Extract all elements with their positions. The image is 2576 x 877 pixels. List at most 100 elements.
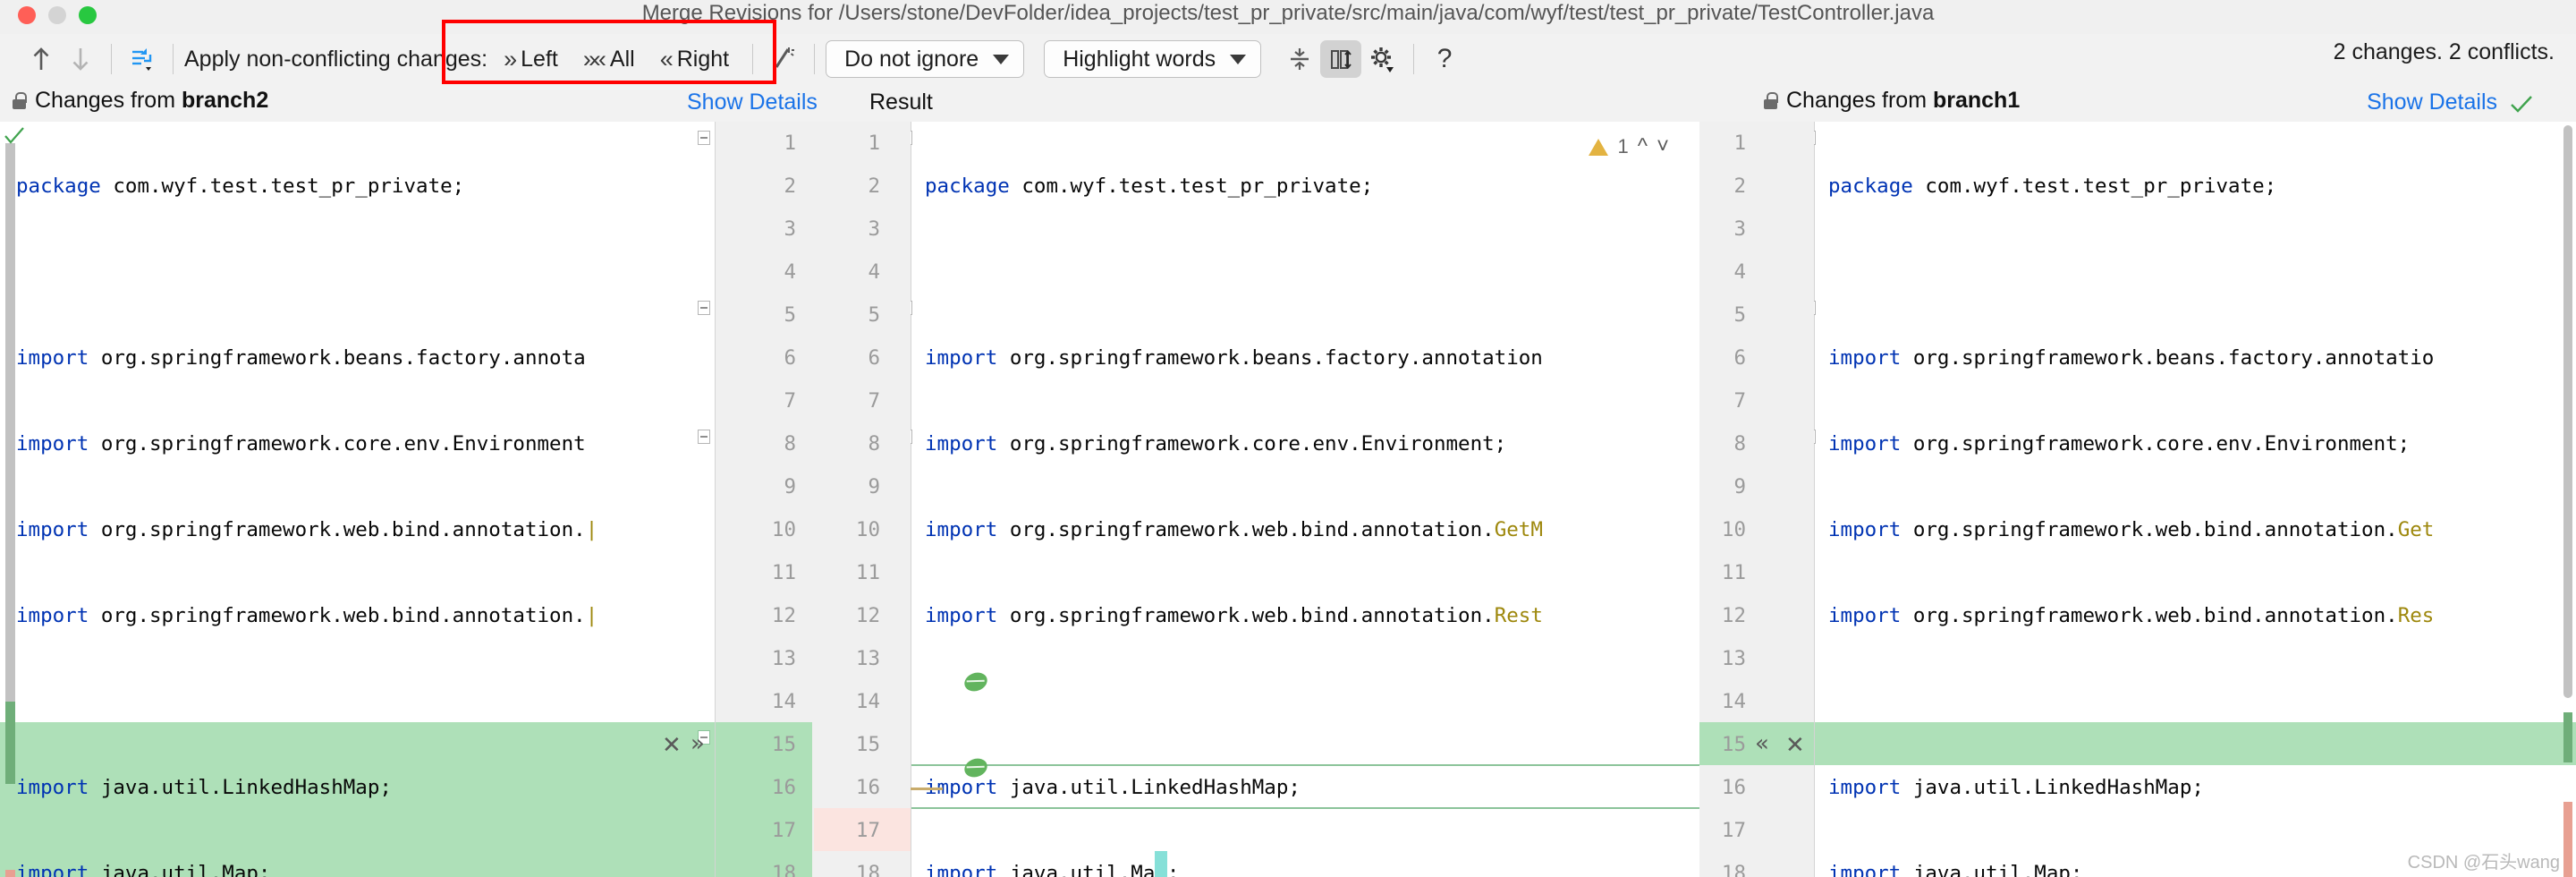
accept-right-change-button[interactable]: « xyxy=(1755,732,1769,755)
code-line: import org.springframework.beans.factory… xyxy=(16,346,586,370)
fold-marker[interactable] xyxy=(911,301,912,315)
line-number: 8 xyxy=(1733,432,1746,456)
fold-marker[interactable] xyxy=(1814,131,1816,145)
right-editor-pane[interactable]: package com.wyf.test.test_pr_private; im… xyxy=(1814,122,2576,877)
toolbar-divider-3 xyxy=(752,44,754,74)
reject-left-change-button[interactable]: ✕ xyxy=(662,734,682,757)
left-change-marker-stripe[interactable] xyxy=(5,702,15,784)
code-line: import org.springframework.web.bind.anno… xyxy=(1828,604,2435,627)
accept-left-change-button[interactable]: » xyxy=(691,732,705,755)
apply-changes-icon xyxy=(132,48,152,71)
code-line: import org.springframework.beans.factory… xyxy=(1828,346,2435,370)
highlight-policy-value: Highlight words xyxy=(1063,46,1216,72)
chevron-up-icon[interactable]: ^ xyxy=(1638,134,1648,159)
code-line: import java.util.LinkedHashMap; xyxy=(925,776,1301,799)
line-number: 14 xyxy=(771,690,796,713)
left-code-text: package com.wyf.test.test_pr_private; im… xyxy=(16,122,597,877)
line-number: 8 xyxy=(784,432,796,456)
line-number: 3 xyxy=(784,217,796,241)
right-change-marker[interactable] xyxy=(2563,712,2572,762)
fold-marker[interactable] xyxy=(1814,301,1816,315)
left-pane-header: Changes from branch2 xyxy=(13,88,268,114)
diff-settings-button[interactable] xyxy=(1361,40,1402,78)
previous-difference-button[interactable] xyxy=(21,39,61,79)
code-line: import java.util.LinkedHashMap; xyxy=(1828,776,2204,799)
scrollbar-thumb[interactable] xyxy=(2563,125,2572,698)
line-number: 1 xyxy=(784,132,796,155)
inspection-widget[interactable]: 1 ^ ˅ xyxy=(1589,134,1669,159)
collapse-unchanged-icon xyxy=(1291,48,1309,70)
result-pane-title: Result xyxy=(869,89,933,115)
double-chevron-both-icon: »« xyxy=(582,45,606,72)
left-show-details-link[interactable]: Show Details xyxy=(687,89,818,115)
line-number: 16 xyxy=(1721,776,1746,799)
ignore-policy-select[interactable]: Do not ignore xyxy=(826,40,1025,78)
title-bar: Merge Revisions for /Users/stone/DevFold… xyxy=(0,0,2576,34)
line-number: 4 xyxy=(784,260,796,284)
fold-marker[interactable] xyxy=(1814,430,1816,444)
line-number: 14 xyxy=(1721,690,1746,713)
apply-all-label: All xyxy=(609,46,635,72)
right-vertical-scrollbar[interactable] xyxy=(2562,122,2574,877)
line-number: 15 xyxy=(855,733,880,756)
line-number: 2 xyxy=(1733,175,1746,198)
right-pane-title: Changes from branch1 xyxy=(1786,88,2021,113)
chevron-down-icon xyxy=(993,54,1010,64)
arrow-up-icon xyxy=(33,47,49,70)
toolbar-divider-4 xyxy=(814,44,816,74)
left-conflict-marker-stripe[interactable] xyxy=(5,870,15,877)
line-number: 18 xyxy=(771,862,796,877)
line-number: 5 xyxy=(784,303,796,327)
line-number: 6 xyxy=(784,346,796,370)
collapse-unchanged-button[interactable] xyxy=(1279,40,1320,78)
left-pane-title: Changes from branch2 xyxy=(35,88,269,113)
question-mark-icon: ? xyxy=(1436,44,1453,73)
fold-marker[interactable] xyxy=(698,131,710,145)
line-number: 2 xyxy=(868,175,880,198)
toolbar-divider-5 xyxy=(1413,44,1415,74)
code-line: import java.util.Map; xyxy=(925,862,1180,877)
right-gutter: 12 34 56 78 910 1112 1314 1516 1718 1920… xyxy=(1699,122,1814,877)
right-pane-header: Changes from branch1 xyxy=(1764,88,2020,114)
result-code-text: package com.wyf.test.test_pr_private; im… xyxy=(925,122,1543,877)
fold-marker[interactable] xyxy=(698,301,710,315)
code-line: import org.springframework.web.bind.anno… xyxy=(16,518,598,541)
help-button[interactable]: ? xyxy=(1425,39,1464,79)
reject-right-change-button[interactable]: ✕ xyxy=(1785,734,1805,757)
right-conflict-marker[interactable] xyxy=(2563,802,2572,877)
magic-resolve-button[interactable] xyxy=(764,39,803,79)
line-number: 13 xyxy=(1721,647,1746,670)
code-line: import java.util.Map; xyxy=(1828,862,2083,877)
apply-changes-dropdown-button[interactable] xyxy=(123,39,162,79)
line-number: 1 xyxy=(868,132,880,155)
line-number: 9 xyxy=(1733,475,1746,498)
next-difference-button[interactable] xyxy=(61,39,100,79)
right-show-details-link[interactable]: Show Details xyxy=(2367,89,2497,115)
window-title: Merge Revisions for /Users/stone/DevFold… xyxy=(641,1,1935,25)
result-editor-pane[interactable]: package com.wyf.test.test_pr_private; im… xyxy=(911,122,1699,877)
toolbar: Apply non-conflicting changes: » Left »«… xyxy=(0,34,2576,84)
fold-marker[interactable] xyxy=(698,430,710,444)
line-number: 3 xyxy=(1733,217,1746,241)
line-number: 6 xyxy=(1733,346,1746,370)
apply-all-button[interactable]: »« All xyxy=(571,43,648,76)
fold-marker[interactable] xyxy=(911,430,912,444)
line-number: 7 xyxy=(784,389,796,413)
code-line: package com.wyf.test.test_pr_private; xyxy=(1828,175,2277,198)
side-by-side-viewer-button[interactable] xyxy=(1320,40,1362,78)
line-number: 11 xyxy=(771,561,796,584)
apply-right-button[interactable]: « Right xyxy=(648,43,741,76)
highlight-policy-select[interactable]: Highlight words xyxy=(1044,40,1262,78)
left-scroll-stripe[interactable] xyxy=(5,143,15,723)
apply-left-button[interactable]: » Left xyxy=(491,43,571,76)
line-number: 9 xyxy=(868,475,880,498)
left-line-numbers: 12 34 56 78 910 1112 1314 1516 1718 1920 xyxy=(728,122,796,877)
left-editor-pane[interactable]: package com.wyf.test.test_pr_private; im… xyxy=(0,122,716,877)
fold-marker[interactable] xyxy=(911,131,912,145)
chevron-down-icon[interactable]: ˅ xyxy=(1657,134,1669,159)
code-line: import org.springframework.web.bind.anno… xyxy=(925,518,1543,541)
